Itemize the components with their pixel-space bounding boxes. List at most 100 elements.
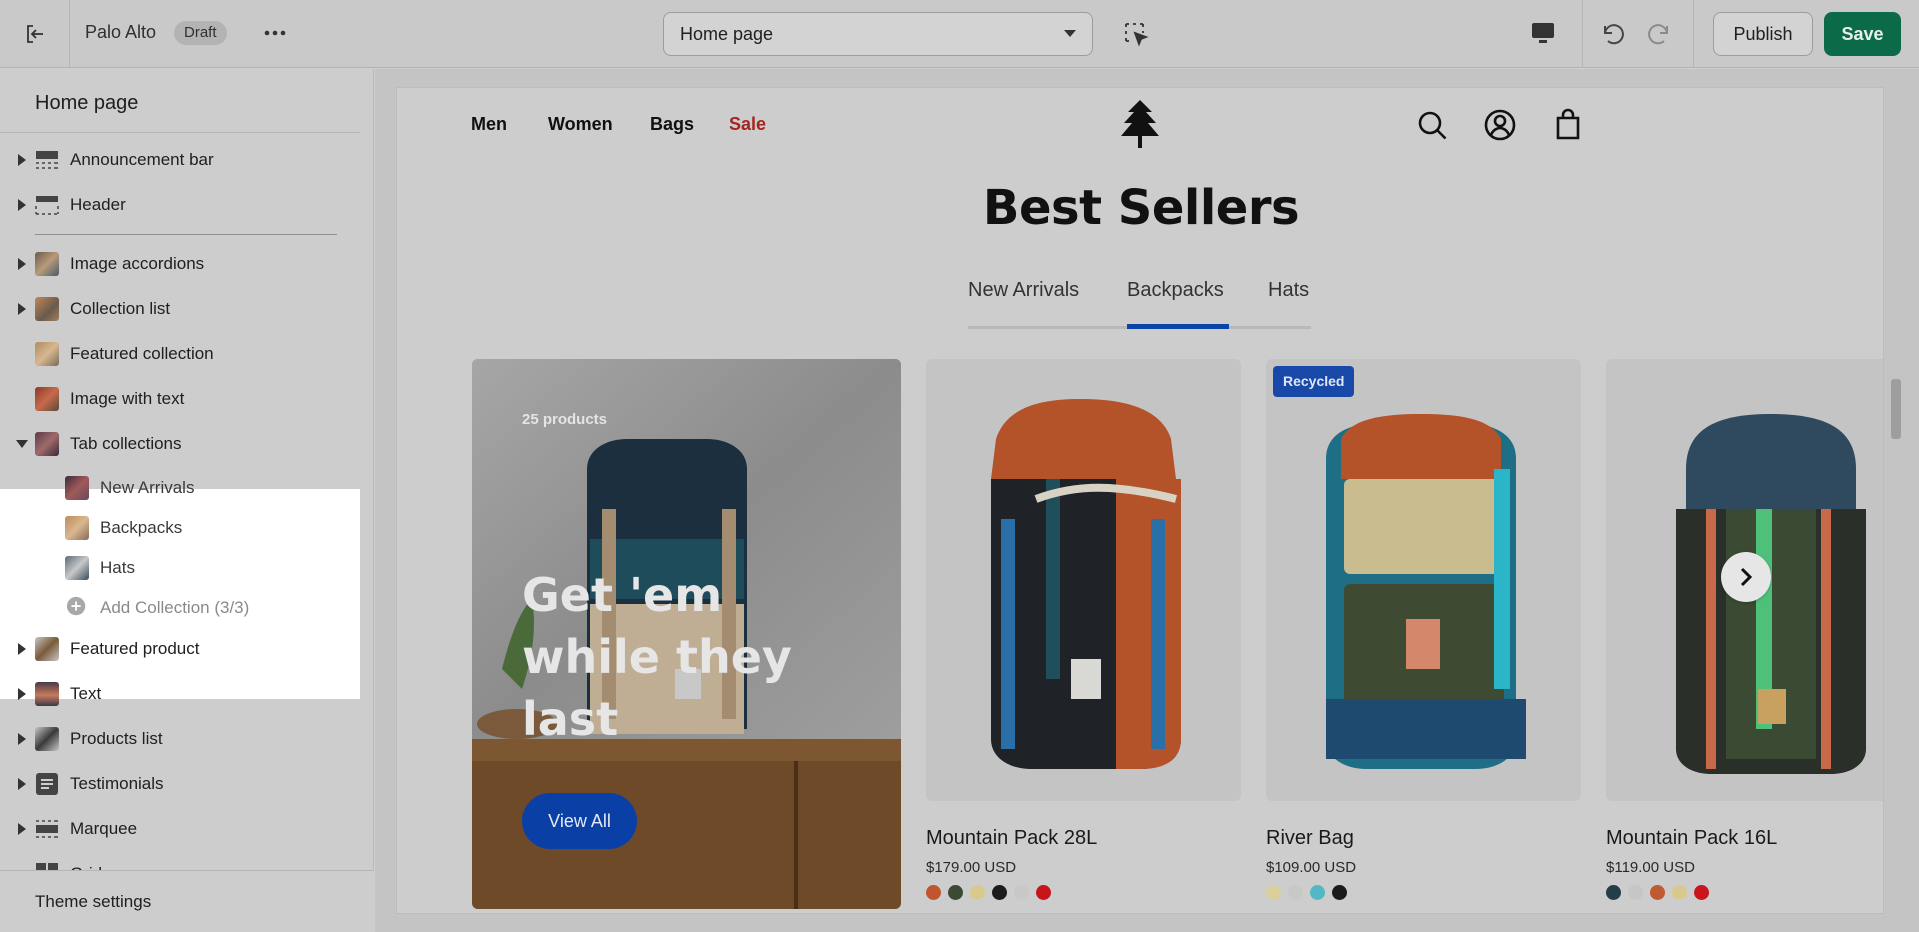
tab-backpacks[interactable]: Backpacks — [1127, 279, 1224, 302]
nav-link-men[interactable]: Men — [471, 114, 507, 135]
product-image[interactable] — [926, 359, 1241, 801]
add-collection-button[interactable]: Add Collection (3/3) — [0, 587, 360, 627]
store-name: Palo Alto — [85, 22, 157, 42]
chevron-right-icon[interactable] — [17, 643, 27, 655]
tab-hats[interactable]: Hats — [1268, 279, 1309, 302]
chevron-right-icon[interactable] — [17, 258, 27, 270]
nav-link-women[interactable]: Women — [548, 114, 613, 135]
storefront-preview: Men Women Bags Sale Best Sellers New Arr… — [396, 87, 1884, 914]
section-label: Featured collection — [70, 344, 214, 363]
section-item-products-list[interactable]: Products list — [0, 719, 360, 759]
header-sections-divider — [35, 234, 337, 235]
chevron-down-icon[interactable] — [16, 439, 28, 449]
product-card[interactable]: Mountain Pack 28L $179.00 USD — [926, 359, 1241, 900]
color-swatch[interactable] — [926, 885, 941, 900]
chevron-right-icon[interactable] — [17, 199, 27, 211]
image-thumbnail-icon — [65, 476, 89, 500]
nav-link-sale[interactable]: Sale — [729, 114, 766, 135]
section-item-text[interactable]: Text — [0, 674, 360, 714]
exit-button[interactable] — [0, 0, 70, 68]
layout-header-icon — [35, 193, 59, 217]
tab-new-arrivals[interactable]: New Arrivals — [968, 279, 1079, 302]
publish-button[interactable]: Publish — [1713, 12, 1813, 56]
section-item-featured-collection[interactable]: Featured collection — [0, 334, 360, 374]
section-item-image-with-text[interactable]: Image with text — [0, 379, 360, 419]
color-swatch[interactable] — [1606, 885, 1621, 900]
block-item-backpacks[interactable]: Backpacks — [0, 507, 360, 547]
section-title: Best Sellers — [982, 180, 1300, 236]
preview-scrollbar[interactable] — [1887, 87, 1905, 914]
select-cursor-icon — [1125, 23, 1149, 47]
save-button[interactable]: Save — [1824, 12, 1901, 56]
color-swatch[interactable] — [948, 885, 963, 900]
account-icon[interactable] — [1483, 108, 1517, 142]
image-thumbnail-icon — [35, 637, 59, 661]
section-label: Header — [70, 195, 126, 214]
product-name[interactable]: Mountain Pack 28L — [926, 827, 1097, 850]
product-name[interactable]: Mountain Pack 16L — [1606, 827, 1777, 850]
search-icon[interactable] — [1415, 108, 1449, 142]
color-swatch[interactable] — [1014, 885, 1029, 900]
section-item-collection-list[interactable]: Collection list — [0, 289, 360, 329]
block-item-hats[interactable]: Hats — [0, 547, 360, 587]
color-swatch[interactable] — [1266, 885, 1281, 900]
collection-promo-card[interactable]: 25 products Get 'em while they last View… — [472, 359, 901, 909]
block-label: Backpacks — [100, 518, 183, 537]
redo-button[interactable] — [1646, 20, 1674, 48]
color-swatches — [1606, 885, 1709, 900]
section-item-image-accordions[interactable]: Image accordions — [0, 244, 360, 284]
desktop-preview-button[interactable] — [1530, 20, 1562, 48]
chevron-right-icon[interactable] — [17, 778, 27, 790]
color-swatches — [1266, 885, 1347, 900]
section-item-featured-product[interactable]: Featured product — [0, 629, 360, 669]
view-all-button[interactable]: View All — [522, 793, 637, 849]
preview-scrollbar-thumb[interactable] — [1891, 379, 1901, 439]
undo-icon — [1604, 24, 1624, 45]
theme-settings-button[interactable]: Theme settings — [0, 870, 374, 932]
chevron-right-icon[interactable] — [17, 733, 27, 745]
section-label: Image with text — [70, 389, 185, 408]
chevron-right-icon[interactable] — [17, 154, 27, 166]
color-swatch[interactable] — [1628, 885, 1643, 900]
product-card[interactable]: Recycled River Bag $109.00 USD — [1266, 359, 1581, 900]
chevron-right-icon[interactable] — [17, 823, 27, 835]
section-item-announcement-bar[interactable]: Announcement bar — [0, 140, 360, 180]
more-actions-button[interactable] — [262, 20, 288, 46]
section-label: Products list — [70, 729, 163, 748]
inspector-toggle[interactable] — [1122, 20, 1150, 48]
editor-topbar: Palo Alto Draft Home page Publish Save — [0, 0, 1919, 68]
color-swatch[interactable] — [1036, 885, 1051, 900]
section-label: Image accordions — [70, 254, 205, 273]
product-price: $179.00 USD — [926, 859, 1017, 876]
color-swatch[interactable] — [1650, 885, 1665, 900]
topbar-divider — [1582, 0, 1583, 68]
color-swatch[interactable] — [1672, 885, 1687, 900]
section-item-marquee[interactable]: Marquee — [0, 809, 360, 849]
carousel-next-button[interactable] — [1721, 552, 1771, 602]
shopping-bag-icon[interactable] — [1551, 108, 1585, 142]
color-swatch[interactable] — [992, 885, 1007, 900]
color-swatch[interactable] — [1332, 885, 1347, 900]
tree-logo-icon[interactable] — [1119, 98, 1161, 150]
product-name[interactable]: River Bag — [1266, 827, 1354, 850]
section-item-tab-collections[interactable]: Tab collections — [0, 424, 360, 464]
status-badge: Draft — [174, 21, 227, 45]
section-item-testimonials[interactable]: Testimonials — [0, 764, 360, 804]
chevron-right-icon[interactable] — [17, 303, 27, 315]
color-swatch[interactable] — [970, 885, 985, 900]
color-swatch[interactable] — [1310, 885, 1325, 900]
redo-icon — [1648, 24, 1668, 45]
section-label: Marquee — [70, 819, 138, 838]
chevron-right-icon — [1740, 567, 1753, 587]
chevron-right-icon[interactable] — [17, 688, 27, 700]
section-item-header[interactable]: Header — [0, 185, 360, 225]
nav-link-bags[interactable]: Bags — [650, 114, 694, 135]
color-swatch[interactable] — [1694, 885, 1709, 900]
color-swatch[interactable] — [1288, 885, 1303, 900]
product-image[interactable]: Recycled — [1266, 359, 1581, 801]
page-selector[interactable]: Home page — [663, 12, 1093, 56]
block-label: Hats — [100, 558, 135, 577]
block-item-new-arrivals[interactable]: New Arrivals — [0, 467, 360, 507]
exit-icon — [26, 25, 43, 43]
undo-button[interactable] — [1598, 20, 1626, 48]
